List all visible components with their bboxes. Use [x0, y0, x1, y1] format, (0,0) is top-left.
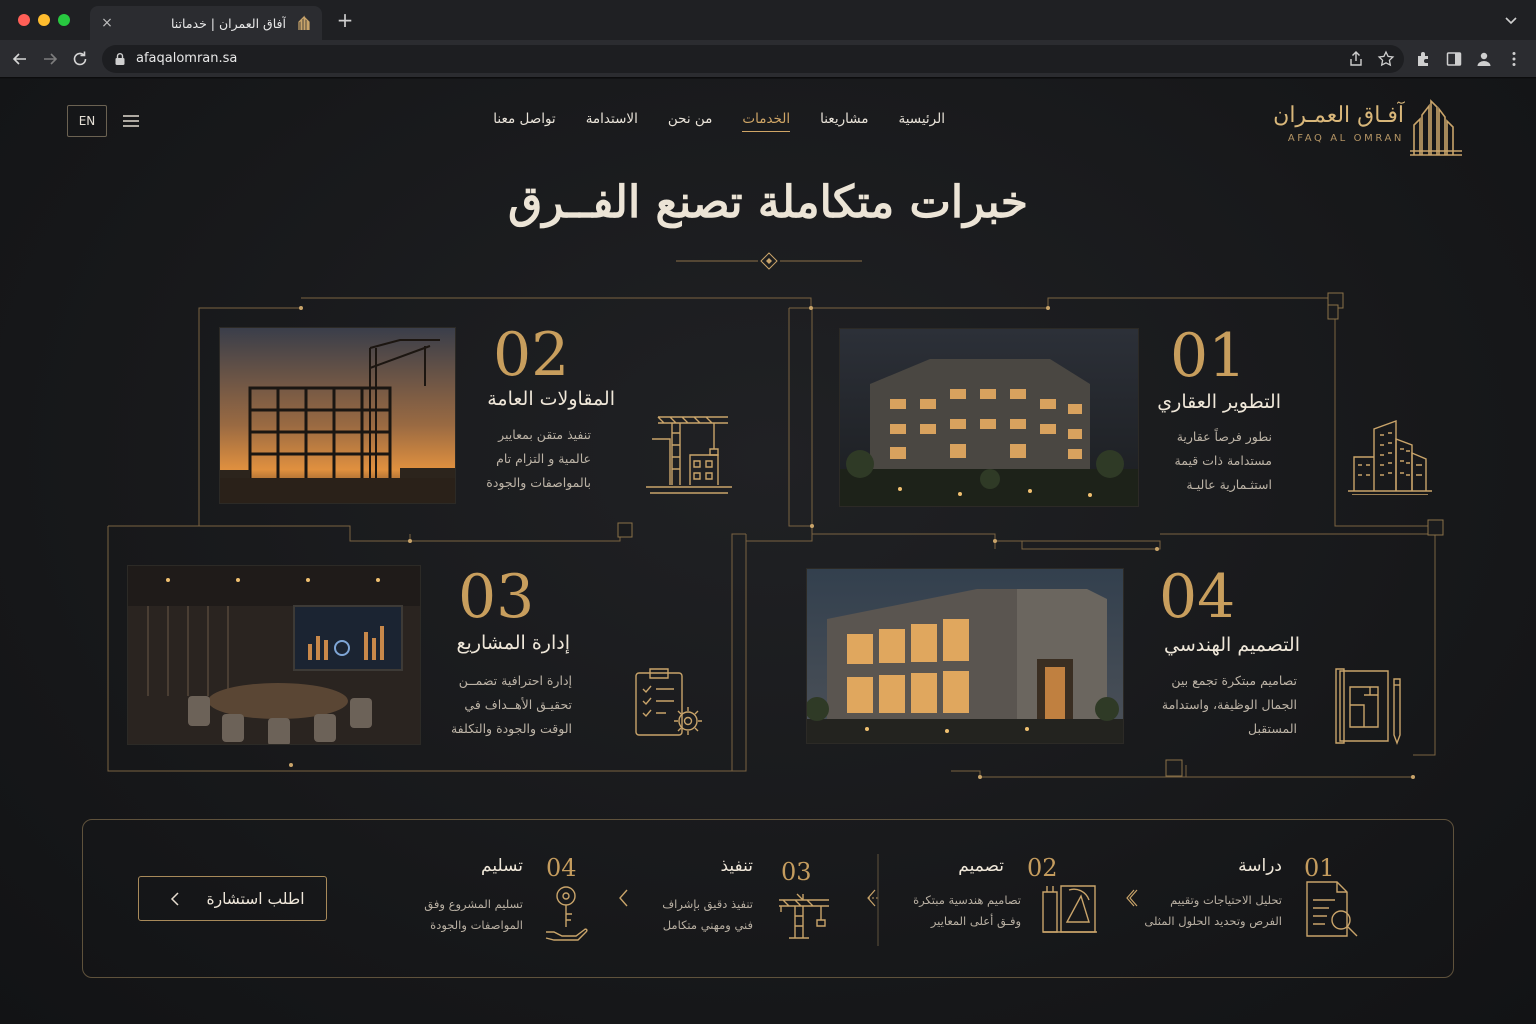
minimize-window-button[interactable] — [38, 14, 50, 26]
step-title-design: تصميم — [958, 856, 1004, 876]
step-chevron-icon — [867, 889, 878, 907]
project-management-meeting-image — [127, 565, 421, 745]
real-estate-building-image — [839, 328, 1139, 507]
step-number-03: 03 — [781, 858, 812, 886]
service-title-project-management: إدارة المشاريع — [456, 632, 570, 654]
address-bar[interactable]: afaqalomran.sa — [102, 45, 1404, 73]
side-panel-icon[interactable] — [1444, 49, 1464, 69]
url-text[interactable]: afaqalomran.sa — [136, 51, 237, 66]
nav-contact[interactable]: تواصل معنا — [478, 109, 570, 135]
hamburger-menu-icon[interactable] — [120, 111, 142, 131]
step-chevron-icon — [1126, 889, 1138, 907]
buildings-icon — [1348, 420, 1432, 495]
step-chevron-icon — [619, 889, 628, 907]
step-desc-study: تحليل الاحتياجات وتقييم الفرص وتحديد الح… — [1144, 893, 1282, 928]
brand-name-english: AFAQ AL OMRAN — [1287, 133, 1404, 144]
nav-home[interactable]: الرئيسية — [884, 109, 961, 135]
language-toggle-button[interactable]: EN — [67, 105, 107, 137]
request-consultation-button[interactable]: اطلب استشارة — [138, 876, 327, 921]
service-desc-contracting: تنفيذ متقن بمعايير عالمية و التزام تام ب… — [486, 427, 591, 490]
lock-icon[interactable] — [114, 52, 126, 66]
close-window-button[interactable] — [18, 14, 30, 26]
process-steps-panel: اطلب استشارة 01 دراسة تحليل الاحتياجات و… — [82, 819, 1454, 978]
chevron-left-icon — [171, 891, 179, 906]
service-number-02: 02 — [493, 320, 570, 390]
services-page: EN الرئيسية مشاريعنا الخدمات من نحن الاس… — [0, 79, 1536, 1024]
step-title-execution: تنفيذ — [720, 856, 753, 876]
clipboard-gear-icon — [635, 668, 702, 736]
browser-tab-active[interactable]: آفاق العمران | خدماتنا × — [90, 6, 322, 40]
tower-crane-icon — [779, 893, 829, 939]
nav-services[interactable]: الخدمات — [727, 109, 805, 135]
browser-toolbar: afaqalomran.sa — [0, 40, 1536, 78]
step-desc-delivery: تسليم المشروع وفق المواصفات والجودة — [424, 897, 523, 932]
document-search-icon — [1306, 881, 1358, 937]
service-desc-project-management: إدارة احترافية تضمــن تحقيـق الأهــداف ف… — [450, 673, 572, 736]
page-title: خبرات متكاملة تصنع الفــرق — [508, 177, 1028, 228]
nav-sustainability[interactable]: الاستدامة — [571, 109, 653, 135]
service-title-contracting: المقاولات العامة — [487, 388, 615, 410]
step-divider — [877, 854, 879, 946]
service-title-real-estate: التطوير العقاري — [1157, 391, 1281, 413]
design-tools-icon — [1042, 885, 1097, 933]
step-title-delivery: تسليم — [481, 856, 523, 876]
brand-logo-link[interactable]: آفـاق العمـران AFAQ AL OMRAN — [1273, 95, 1468, 159]
consultation-button-label: اطلب استشارة — [206, 889, 305, 908]
share-icon[interactable] — [1346, 49, 1366, 69]
step-desc-execution: تنفيذ دقيق بإشراف فني ومهني متكامل — [662, 897, 753, 932]
reload-icon[interactable] — [70, 49, 90, 69]
forward-arrow-icon[interactable] — [40, 49, 60, 69]
maximize-window-button[interactable] — [58, 14, 70, 26]
step-title-study: دراسة — [1238, 856, 1282, 876]
title-ornament-divider — [676, 252, 862, 270]
key-hand-icon — [545, 886, 588, 941]
crane-building-icon — [646, 416, 732, 494]
step-desc-design: تصاميم هندسية مبتكرة وفـق أعلى المعايير — [913, 893, 1021, 928]
service-number-04: 04 — [1159, 562, 1236, 632]
bookmark-star-icon[interactable] — [1376, 49, 1396, 69]
new-tab-button[interactable]: + — [334, 9, 356, 31]
blueprint-icon — [1335, 668, 1401, 745]
profile-avatar-icon[interactable] — [1474, 49, 1494, 69]
nav-projects[interactable]: مشاريعنا — [805, 109, 883, 135]
contracting-construction-image — [219, 327, 456, 504]
service-desc-engineering-design: تصاميم مبتكرة تجمع بين الجمال الوظيفة، و… — [1161, 673, 1297, 736]
tab-close-icon[interactable]: × — [98, 14, 116, 32]
favicon-icon — [298, 15, 310, 30]
extensions-puzzle-icon[interactable] — [1414, 49, 1434, 69]
main-navigation: الرئيسية مشاريعنا الخدمات من نحن الاستدا… — [493, 109, 961, 139]
service-number-03: 03 — [458, 562, 535, 632]
tab-title: آفاق العمران | خدماتنا — [170, 15, 286, 31]
service-title-engineering-design: التصميم الهندسي — [1164, 634, 1300, 656]
step-number-04: 04 — [546, 854, 577, 882]
engineering-design-villa-image — [806, 568, 1124, 744]
browser-tabstrip: آفاق العمران | خدماتنا × + — [0, 0, 1536, 40]
service-number-01: 01 — [1170, 321, 1247, 391]
service-desc-real-estate: نطور فرصاً عقارية مستدامة ذات قيمة استثـ… — [1174, 429, 1272, 492]
brand-name-arabic: آفـاق العمـران — [1273, 103, 1404, 128]
brand-towers-logo-icon — [1410, 99, 1462, 156]
nav-about[interactable]: من نحن — [653, 109, 728, 135]
tab-search-chevron-icon[interactable] — [1502, 11, 1520, 29]
browser-menu-kebab-icon[interactable] — [1504, 49, 1524, 69]
back-arrow-icon[interactable] — [10, 49, 30, 69]
